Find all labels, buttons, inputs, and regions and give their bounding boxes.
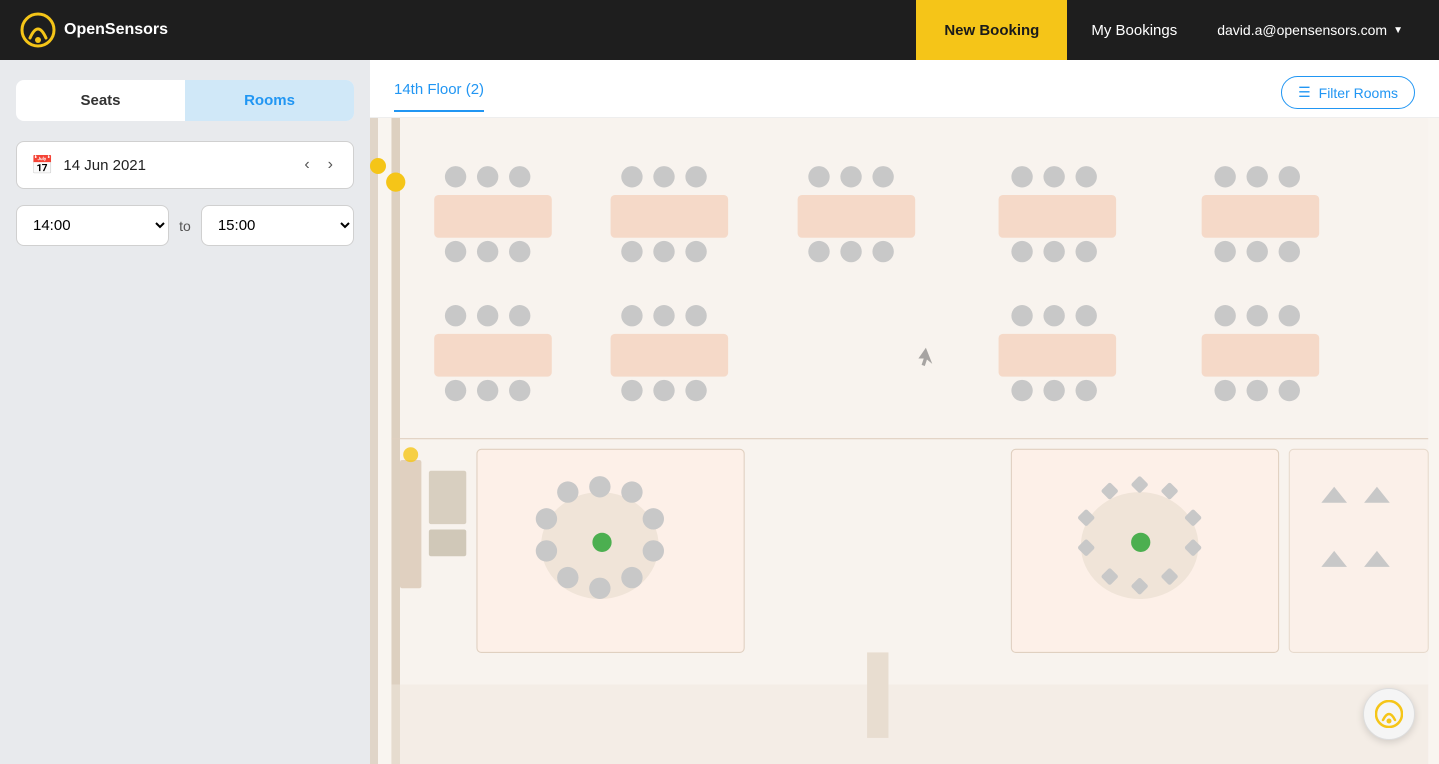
- prev-date-button[interactable]: ‹: [298, 154, 315, 176]
- time-to-select[interactable]: 09:00 10:00 11:00 12:00 13:00 14:00 15:0…: [201, 205, 354, 246]
- next-date-button[interactable]: ›: [322, 154, 339, 176]
- floor-tab[interactable]: 14th Floor (2): [394, 81, 484, 112]
- floorplan-svg: [370, 118, 1439, 764]
- content-header: 14th Floor (2) ☰ Filter Rooms: [370, 60, 1439, 118]
- filter-icon: ☰: [1298, 84, 1311, 101]
- main-layout: Seats Rooms 📅 14 Jun 2021 ‹ › 08:00 09:0…: [0, 60, 1439, 764]
- chevron-down-icon: ▼: [1393, 25, 1403, 36]
- time-row: 08:00 09:00 10:00 11:00 12:00 13:00 14:0…: [16, 205, 354, 246]
- date-picker: 📅 14 Jun 2021 ‹ ›: [16, 141, 354, 189]
- user-menu[interactable]: david.a@opensensors.com ▼: [1201, 0, 1419, 60]
- widget-fab[interactable]: [1363, 688, 1415, 740]
- logo-text: OpenSensors: [64, 21, 168, 39]
- navbar-actions: New Booking My Bookings david.a@opensens…: [916, 0, 1419, 60]
- new-booking-button[interactable]: New Booking: [916, 0, 1067, 60]
- filter-label: Filter Rooms: [1319, 85, 1398, 101]
- content-area: 14th Floor (2) ☰ Filter Rooms: [370, 60, 1439, 764]
- filter-rooms-button[interactable]: ☰ Filter Rooms: [1281, 76, 1415, 109]
- logo: OpenSensors: [20, 12, 916, 48]
- floor-plan: [370, 118, 1439, 764]
- user-email: david.a@opensensors.com: [1217, 22, 1387, 38]
- navbar: OpenSensors New Booking My Bookings davi…: [0, 0, 1439, 60]
- tab-seats[interactable]: Seats: [16, 80, 185, 121]
- time-from-select[interactable]: 08:00 09:00 10:00 11:00 12:00 13:00 14:0…: [16, 205, 169, 246]
- logo-icon: [20, 12, 56, 48]
- calendar-icon: 📅: [31, 155, 53, 176]
- date-nav: ‹ ›: [298, 154, 339, 176]
- tab-rooms[interactable]: Rooms: [185, 80, 354, 121]
- opensensors-widget-icon: [1375, 700, 1403, 728]
- time-separator: to: [179, 218, 191, 234]
- tab-bar: Seats Rooms: [16, 80, 354, 121]
- sidebar: Seats Rooms 📅 14 Jun 2021 ‹ › 08:00 09:0…: [0, 60, 370, 764]
- my-bookings-button[interactable]: My Bookings: [1067, 0, 1201, 60]
- date-value: 14 Jun 2021: [63, 157, 288, 174]
